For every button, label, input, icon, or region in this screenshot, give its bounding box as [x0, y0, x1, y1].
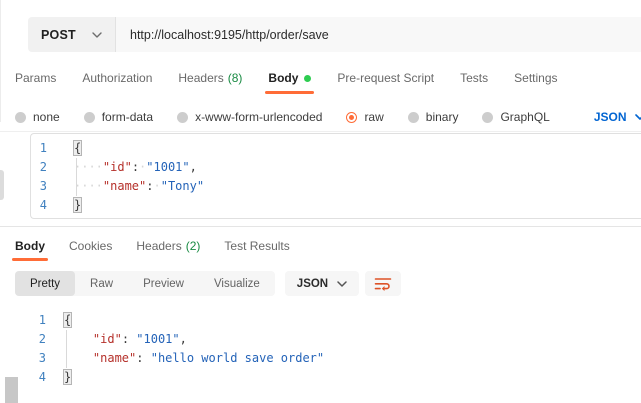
line-number: 3: [30, 349, 46, 368]
response-format-selector[interactable]: JSON: [285, 271, 359, 296]
response-tab-headers[interactable]: Headers(2): [136, 239, 200, 253]
tab-pre-request-script[interactable]: Pre-request Script: [337, 71, 434, 85]
response-body-editor[interactable]: 1{2 "id": "1001",3 "name": "hello world …: [30, 306, 641, 390]
headers-count-badge: (8): [228, 71, 243, 85]
view-mode-preview[interactable]: Preview: [128, 271, 199, 296]
radio-icon: [177, 112, 188, 123]
body-type-graphql[interactable]: GraphQL: [482, 110, 549, 124]
code-line: 2····"id":·"1001",: [31, 158, 641, 177]
line-number: 1: [30, 311, 46, 330]
body-type-none[interactable]: none: [15, 110, 60, 124]
line-number: 2: [30, 330, 46, 349]
body-type-x-www-form-urlencoded[interactable]: x-www-form-urlencoded: [177, 110, 322, 124]
code-line: 2 "id": "1001",: [30, 330, 641, 349]
chevron-down-icon: [635, 114, 641, 120]
request-body-editor[interactable]: 1{2····"id":·"1001",3····"name":·"Tony"4…: [30, 133, 641, 219]
response-tab-test-results[interactable]: Test Results: [224, 239, 289, 253]
view-mode-raw[interactable]: Raw: [75, 271, 128, 296]
line-number: 3: [31, 177, 47, 196]
text-wrap-icon: [374, 277, 392, 291]
section-divider: [0, 131, 641, 132]
radio-icon: [84, 112, 95, 123]
body-type-form-data[interactable]: form-data: [84, 110, 153, 124]
radio-selected-icon: [346, 112, 357, 123]
indent-guide: [66, 330, 67, 368]
chevron-down-icon: [92, 32, 102, 38]
code-line: 4}: [30, 368, 641, 387]
view-mode-group: Pretty Raw Preview Visualize: [15, 271, 275, 296]
tab-settings[interactable]: Settings: [514, 71, 557, 85]
code-line: 1{: [30, 311, 641, 330]
body-type-raw[interactable]: raw: [346, 110, 383, 124]
view-mode-pretty[interactable]: Pretty: [15, 271, 75, 296]
request-url-bar: POST http://localhost:9195/http/order/sa…: [28, 17, 641, 52]
method-selector[interactable]: POST: [28, 17, 116, 52]
body-modified-dot: [304, 75, 311, 82]
body-type-binary[interactable]: binary: [408, 110, 459, 124]
radio-icon: [408, 112, 419, 123]
radio-icon: [482, 112, 493, 123]
scrollbar-thumb[interactable]: [5, 377, 18, 403]
code-line: 1{: [31, 139, 641, 158]
pane-drag-handle[interactable]: [0, 170, 4, 200]
line-number: 1: [31, 139, 47, 158]
line-number: 4: [30, 368, 46, 387]
line-number: 2: [31, 158, 47, 177]
wrap-text-button[interactable]: [365, 271, 401, 296]
code-line: 4}: [31, 196, 641, 215]
raw-language-selector[interactable]: JSON: [594, 110, 641, 124]
indent-guide: [76, 158, 77, 196]
code-line: 3····"name":·"Tony": [31, 177, 641, 196]
response-tabs: Body Cookies Headers(2) Test Results: [15, 232, 641, 260]
tab-params[interactable]: Params: [15, 71, 56, 85]
response-section-divider: [0, 226, 641, 227]
radio-icon: [15, 112, 26, 123]
response-headers-count-badge: (2): [186, 239, 201, 253]
tab-body[interactable]: Body: [268, 71, 311, 85]
url-input[interactable]: http://localhost:9195/http/order/save: [116, 17, 641, 52]
response-toolbar: Pretty Raw Preview Visualize JSON: [15, 271, 401, 296]
line-number: 4: [31, 196, 47, 215]
chevron-down-icon: [337, 281, 347, 287]
view-mode-visualize[interactable]: Visualize: [199, 271, 275, 296]
panel-left-border: [0, 0, 1, 122]
request-tabs: Params Authorization Headers(8) Body Pre…: [15, 62, 641, 94]
tab-authorization[interactable]: Authorization: [82, 71, 152, 85]
tab-tests[interactable]: Tests: [460, 71, 488, 85]
response-tab-cookies[interactable]: Cookies: [69, 239, 112, 253]
tab-headers[interactable]: Headers(8): [178, 71, 242, 85]
method-label: POST: [41, 28, 76, 42]
code-line: 3 "name": "hello world save order": [30, 349, 641, 368]
response-tab-body[interactable]: Body: [15, 239, 45, 253]
body-type-row: none form-data x-www-form-urlencoded raw…: [15, 103, 641, 131]
